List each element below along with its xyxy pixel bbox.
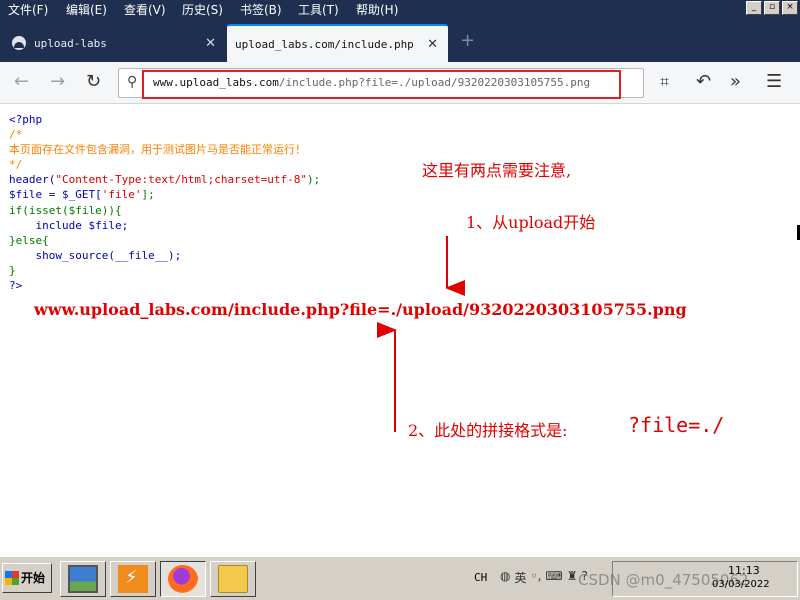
menu-tools[interactable]: 工具(T) [290,0,348,20]
arrow-right-icon[interactable]: → [50,72,65,92]
search-icon: ⚲ [127,74,138,90]
ime-indicator[interactable]: CH [474,571,487,584]
code-line: ?> [9,279,23,293]
menu-bookmarks[interactable]: 书签(B) [232,0,290,20]
code-token: 'file' [101,188,142,202]
tab-upload-labs[interactable]: upload-labs ✕ [0,24,226,62]
php-source-code: <?php /* 本页面存在文件包含漏洞，用于测试图片马是否能正常运行！ */ … [9,112,320,293]
code-token: ]; [141,188,155,202]
annotation-point-2-value: ?file=./ [628,413,725,437]
code-token: "Content-Type:text/html;charset=utf-8" [55,173,308,187]
new-tab-icon[interactable]: + [460,30,475,51]
menu-bar: 文件(F) 编辑(E) 查看(V) 历史(S) 书签(B) 工具(T) 帮助(H… [0,0,406,20]
double-chevron-icon[interactable]: » [730,72,741,92]
desktop-icon [68,565,98,593]
windows-flag-icon [5,571,19,585]
close-icon[interactable]: ✕ [427,37,438,52]
clock-date[interactable]: 03/03/2022 [712,579,770,590]
soft-keyboard-icon[interactable]: ⌨ [545,569,562,586]
menu-edit[interactable]: 编辑(E) [58,0,116,20]
taskbar-firefox-button[interactable] [160,561,206,597]
window-controls: _ ▫ × [746,1,798,15]
annotation-example-url: www.upload_labs.com/include.php?file=./u… [34,300,687,319]
folder-icon [218,565,248,593]
taskbar-explorer-button[interactable] [210,561,256,597]
annotation-point-2: 2、此处的拼接格式是: [408,421,568,440]
code-line: show_source(__file__); [9,248,182,262]
ime-chinese-icon[interactable]: 英 [514,569,526,586]
code-token: $file = $_GET[ [9,188,102,202]
url-highlight-box [142,70,621,99]
annotation-point-1: 1、从upload开始 [466,213,596,232]
taskbar: 开始 CH ◍ 英 ◦, ⌨ ♜ ? CSDN @m0_47505062 11:… [0,556,800,600]
code-token: ); [307,173,321,187]
clock-time[interactable]: 11:13 [728,564,760,577]
firefox-icon [168,565,198,593]
menu-help[interactable]: 帮助(H) [348,0,406,20]
hamburger-icon[interactable]: ☰ [766,72,782,92]
taskbar-desktop-button[interactable] [60,561,106,597]
undo-icon[interactable]: ↶ [696,72,711,92]
punctuation-icon[interactable]: ◦, [531,569,542,586]
phpstudy-icon [118,565,148,593]
tray-icons: ◍ 英 ◦, ⌨ ♜ ? [500,569,588,586]
code-line: if(isset($file)){ [9,203,122,217]
code-line: */ [9,158,23,172]
tools-icon[interactable]: ♜ [567,569,578,586]
code-token: header( [9,173,56,187]
reload-icon[interactable]: ↻ [86,72,101,92]
code-line: } [9,263,16,277]
code-line: }else{ [9,233,49,247]
maximize-button[interactable]: ▫ [764,1,780,15]
start-button[interactable]: 开始 [2,563,52,593]
ime-mode-icon[interactable]: ◍ [500,569,510,586]
code-line: 本页面存在文件包含漏洞，用于测试图片马是否能正常运行！ [9,143,306,157]
site-icon [12,36,26,50]
code-line: <?php [9,113,43,126]
code-line: include $file; [9,218,129,232]
code-line: /* [9,128,23,142]
start-label: 开始 [21,571,46,585]
menu-view[interactable]: 查看(V) [116,0,174,20]
crop-icon[interactable]: ⌗ [660,72,669,92]
close-icon[interactable]: ✕ [205,36,216,51]
close-window-button[interactable]: × [782,1,798,15]
tab-label: upload-labs [34,36,107,50]
minimize-button[interactable]: _ [746,1,762,15]
tab-label: upload_labs.com/include.php [235,37,414,51]
menu-file[interactable]: 文件(F) [0,0,58,20]
taskbar-phpstudy-button[interactable] [110,561,156,597]
annotation-intro: 这里有两点需要注意, [422,161,572,180]
menu-history[interactable]: 历史(S) [174,0,232,20]
arrow-left-icon[interactable]: ← [14,72,29,92]
tab-include-php[interactable]: upload_labs.com/include.php ✕ [227,24,448,62]
